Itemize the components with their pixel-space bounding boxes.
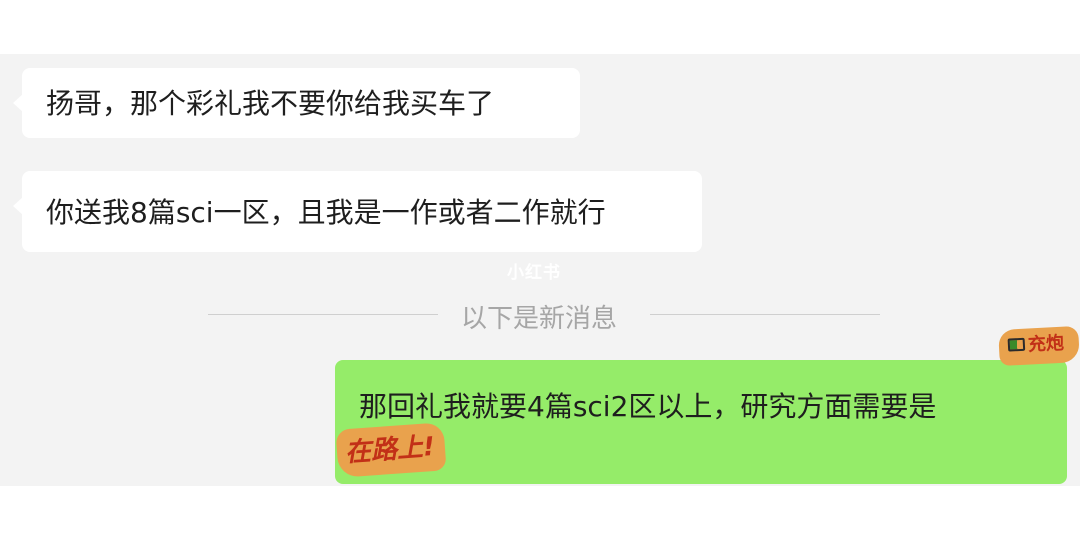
charging-sticker: 充炮 xyxy=(998,325,1080,367)
chat-panel: 扬哥，那个彩礼我不要你给我买车了 你送我8篇sci一区，且我是一作或者二作就行 … xyxy=(0,54,1080,486)
watermark: 小红书 xyxy=(507,263,561,283)
incoming-message-bubble[interactable]: 扬哥，那个彩礼我不要你给我买车了 xyxy=(13,68,580,138)
divider-line-left xyxy=(208,314,438,315)
message-text: 扬哥，那个彩礼我不要你给我买车了 xyxy=(46,87,495,120)
sticker-label: 充炮 xyxy=(1027,332,1065,356)
new-messages-divider: 以下是新消息 xyxy=(208,294,880,334)
on-road-sticker: 在路上! xyxy=(335,422,447,478)
sticker-label: 在路上! xyxy=(344,431,436,469)
message-text: 那回礼我就要4篇sci2区以上，研究方面需要是 xyxy=(359,390,937,423)
divider-label: 以下是新消息 xyxy=(461,304,618,334)
divider-line-right xyxy=(650,314,880,315)
battery-icon xyxy=(1007,337,1026,352)
outgoing-message-bubble[interactable]: 那回礼我就要4篇sci2区以上，研究方面需要是 xyxy=(335,360,1067,484)
incoming-message-bubble[interactable]: 你送我8篇sci一区，且我是一作或者二作就行 xyxy=(13,171,702,252)
message-text: 你送我8篇sci一区，且我是一作或者二作就行 xyxy=(46,196,606,229)
